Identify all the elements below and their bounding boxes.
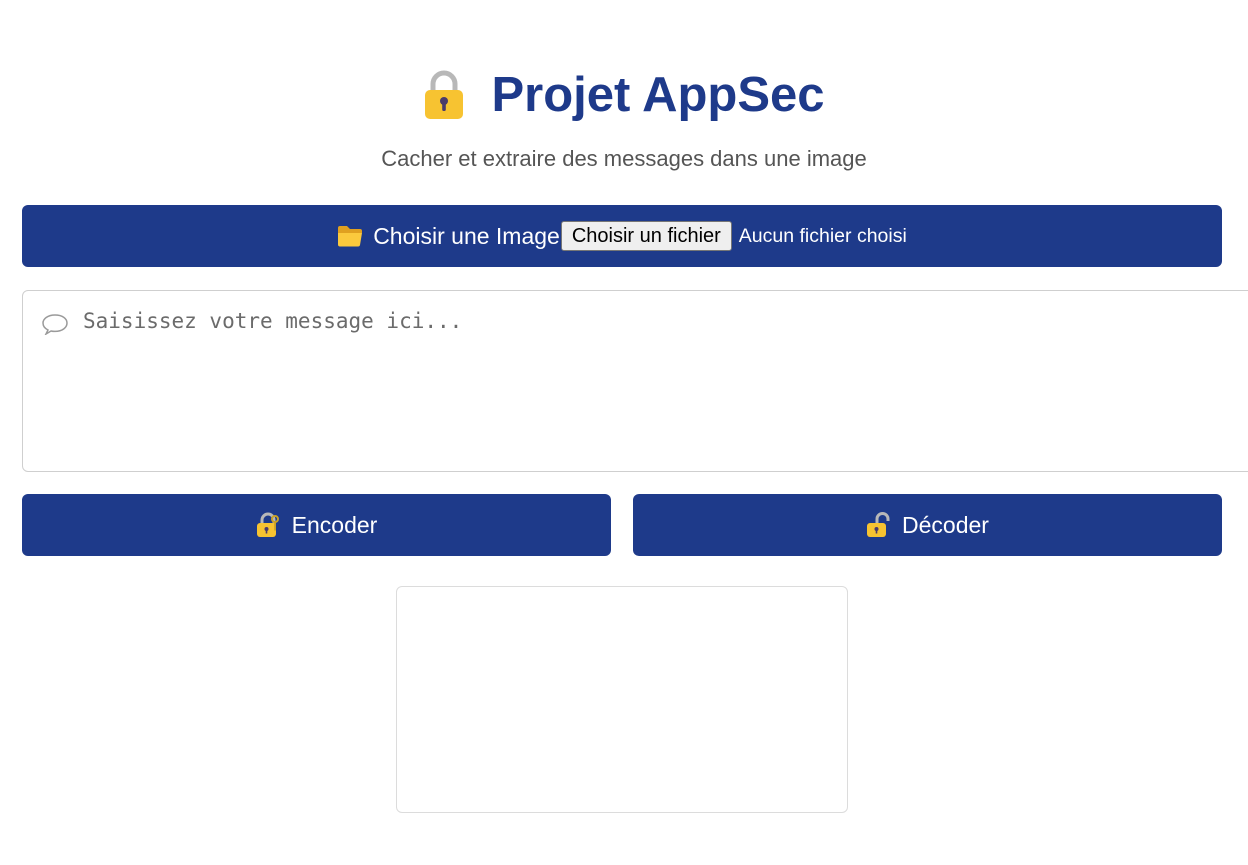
app-page: Projet AppSec Cacher et extraire des mes…: [0, 0, 1248, 865]
locked-with-key-icon: [256, 512, 279, 537]
page-title: Projet AppSec: [491, 68, 825, 122]
speech-bubble-icon: [42, 314, 68, 335]
file-status: Aucun fichier choisi: [738, 224, 907, 247]
unlocked-icon: [867, 512, 890, 537]
message-input[interactable]: [83, 309, 1183, 449]
encode-label: Encoder: [291, 511, 378, 538]
lock-icon: [425, 70, 464, 119]
choose-image-bar[interactable]: Choisir une Image Choisir un fichier Auc…: [22, 205, 1222, 267]
choose-image-label: Choisir une Image: [373, 222, 560, 249]
header: Projet AppSec: [0, 62, 1248, 128]
folder-icon: [338, 226, 363, 247]
page-subtitle: Cacher et extraire des messages dans une…: [381, 146, 867, 171]
encode-button[interactable]: Encoder: [22, 494, 611, 556]
decode-label: Décoder: [902, 511, 989, 538]
decode-button[interactable]: Décoder: [633, 494, 1222, 556]
image-preview: [396, 586, 848, 813]
message-box: [22, 290, 1248, 472]
choose-file-button[interactable]: Choisir un fichier: [560, 221, 732, 251]
